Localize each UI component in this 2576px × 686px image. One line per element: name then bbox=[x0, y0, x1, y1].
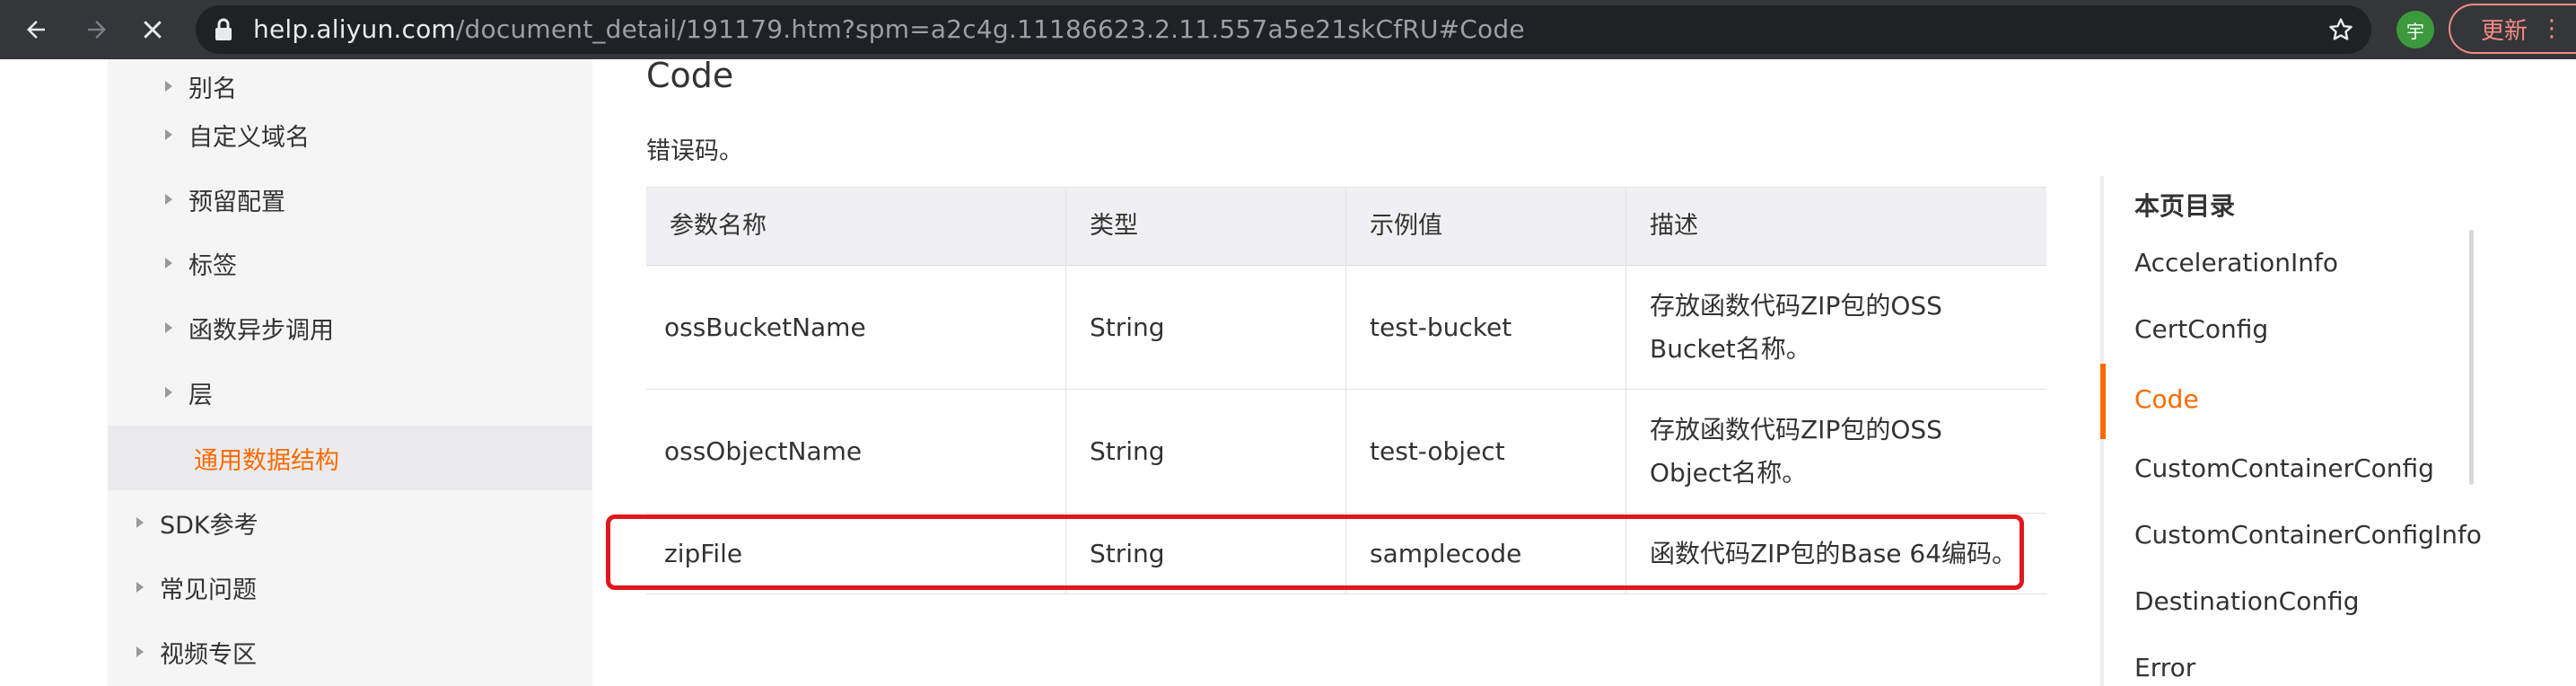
sidebar-item-label: 别名 bbox=[188, 75, 237, 103]
forward-button[interactable] bbox=[75, 8, 118, 51]
stop-loading-button[interactable] bbox=[131, 8, 174, 51]
table-header-cell: 示例值 bbox=[1346, 188, 1626, 265]
sidebar-item-label: 通用数据结构 bbox=[194, 446, 339, 475]
expand-triangle-icon bbox=[165, 81, 172, 92]
doc-sidebar: 别名 自定义域名 预留配置 标签 函数异步调用 层 通用数据结构 SDK参考 常… bbox=[108, 59, 592, 686]
expand-triangle-icon bbox=[136, 582, 144, 593]
sidebar-item-label: SDK参考 bbox=[160, 511, 258, 540]
table-cell: 函数代码ZIP包的Base 64编码。 bbox=[1650, 538, 2018, 568]
table-cell: String bbox=[1066, 514, 1346, 594]
sidebar-item-label: 视频专区 bbox=[160, 640, 257, 669]
back-arrow-icon bbox=[27, 21, 45, 39]
expand-triangle-icon bbox=[165, 258, 172, 268]
sidebar-item-provision-config[interactable]: 预留配置 bbox=[165, 168, 285, 231]
expand-triangle-icon bbox=[165, 322, 172, 333]
sidebar-item-label: 自定义域名 bbox=[188, 123, 310, 152]
table-header-cell: 参数名称 bbox=[646, 188, 1066, 265]
table-cell: 存放函数代码ZIP包的OSS Bucket名称。 bbox=[1650, 290, 1942, 364]
update-button[interactable]: 更新 ⋮ bbox=[2449, 4, 2576, 54]
sidebar-item-custom-domain[interactable]: 自定义域名 bbox=[165, 103, 310, 166]
table-cell: test-object bbox=[1346, 390, 1626, 513]
toc-item-accelerationinfo[interactable]: AccelerationInfo bbox=[2134, 248, 2338, 277]
close-icon bbox=[144, 21, 162, 39]
sidebar-item-faq[interactable]: 常见问题 bbox=[136, 556, 257, 619]
expand-triangle-icon bbox=[165, 194, 172, 205]
lock-icon bbox=[215, 18, 232, 40]
toc-scrollbar[interactable] bbox=[2469, 230, 2474, 485]
expand-triangle-icon bbox=[165, 387, 172, 398]
toc-item-certconfig[interactable]: CertConfig bbox=[2134, 314, 2268, 344]
table-header-cell: 描述 bbox=[1650, 212, 1698, 240]
url-path: /document_detail/191179.htm?spm=a2c4g.11… bbox=[455, 14, 1525, 44]
sidebar-item-videos[interactable]: 视频专区 bbox=[136, 620, 257, 683]
url-text: help.aliyun.com/document_detail/191179.h… bbox=[253, 5, 1525, 54]
sidebar-item-label: 常见问题 bbox=[160, 576, 257, 604]
expand-triangle-icon bbox=[136, 646, 144, 657]
update-label: 更新 bbox=[2481, 17, 2528, 45]
table-cell: zipFile bbox=[646, 514, 1066, 594]
bookmark-star-icon[interactable] bbox=[2326, 15, 2355, 44]
toc-item-customcontainerconfiginfo[interactable]: CustomContainerConfigInfo bbox=[2134, 520, 2482, 550]
address-bar[interactable]: help.aliyun.com/document_detail/191179.h… bbox=[196, 5, 2371, 54]
url-host: help.aliyun.com bbox=[253, 14, 456, 44]
browser-toolbar: help.aliyun.com/document_detail/191179.h… bbox=[0, 0, 2576, 59]
toc-item-customcontainerconfig[interactable]: CustomContainerConfig bbox=[2134, 453, 2434, 483]
table-cell: ossObjectName bbox=[646, 390, 1066, 513]
table-row: ossBucketName String test-bucket 存放函数代码Z… bbox=[646, 266, 2046, 390]
sidebar-item-sdk-reference[interactable]: SDK参考 bbox=[136, 491, 258, 554]
table-cell: String bbox=[1066, 266, 1346, 389]
table-header-row: 参数名称 类型 示例值 描述 bbox=[646, 187, 2046, 266]
table-cell: ossBucketName bbox=[646, 266, 1066, 389]
table-cell: 存放函数代码ZIP包的OSS Object名称。 bbox=[1650, 414, 1942, 488]
forward-arrow-icon bbox=[88, 21, 106, 39]
table-cell: samplecode bbox=[1346, 514, 1626, 594]
sidebar-item-tags[interactable]: 标签 bbox=[165, 232, 237, 295]
table-row: zipFile String samplecode 函数代码ZIP包的Base … bbox=[646, 514, 2046, 594]
table-row: ossObjectName String test-object 存放函数代码Z… bbox=[646, 390, 2046, 514]
section-heading: Code bbox=[646, 56, 734, 95]
sidebar-item-label: 标签 bbox=[188, 251, 237, 280]
toc-item-destinationconfig[interactable]: DestinationConfig bbox=[2134, 586, 2360, 616]
sidebar-item-alias[interactable]: 别名 bbox=[165, 68, 237, 104]
table-cell: String bbox=[1066, 390, 1346, 513]
table-header-cell: 类型 bbox=[1066, 188, 1346, 265]
profile-avatar[interactable]: 宇 bbox=[2396, 11, 2434, 48]
section-description: 错误码。 bbox=[646, 137, 743, 165]
toc-title: 本页目录 bbox=[2134, 191, 2236, 221]
more-dots-icon: ⋮ bbox=[2540, 15, 2564, 42]
expand-triangle-icon bbox=[165, 129, 172, 140]
sidebar-item-label: 层 bbox=[188, 381, 213, 409]
active-item-background bbox=[108, 426, 592, 490]
expand-triangle-icon bbox=[136, 517, 144, 528]
sidebar-item-label: 函数异步调用 bbox=[188, 316, 334, 345]
sidebar-item-common-data-structures[interactable]: 通用数据结构 bbox=[194, 427, 339, 489]
back-button[interactable] bbox=[14, 8, 57, 51]
toc-item-error[interactable]: Error bbox=[2134, 653, 2195, 682]
sidebar-item-layers[interactable]: 层 bbox=[165, 361, 213, 424]
sidebar-item-label: 预留配置 bbox=[188, 188, 285, 216]
toc-active-indicator bbox=[2100, 364, 2106, 439]
toc-item-code[interactable]: Code bbox=[2134, 384, 2199, 414]
table-cell: test-bucket bbox=[1346, 266, 1626, 389]
sidebar-item-async-invoke[interactable]: 函数异步调用 bbox=[165, 296, 334, 359]
